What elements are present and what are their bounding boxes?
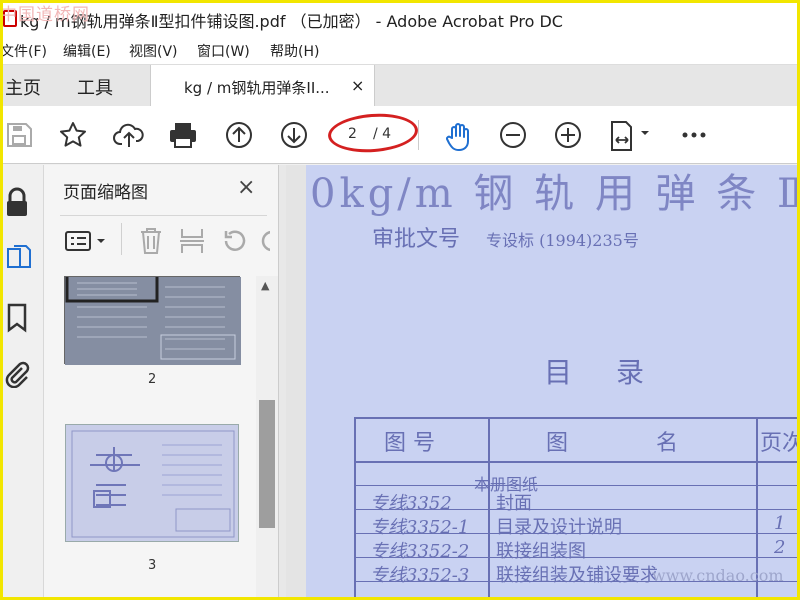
next-page-icon[interactable] <box>279 120 309 150</box>
table-row-page: 2 <box>774 537 786 558</box>
document-viewer[interactable]: 0kg/m 钢 轨 用 弹 条 Ⅱ 审批文号 专设标 (1994)235号 目录… <box>286 165 800 600</box>
save-icon[interactable] <box>4 120 34 150</box>
hand-icon[interactable] <box>444 120 474 151</box>
table-header-name: 图 <box>546 431 569 456</box>
tab-document-label: kg / m钢轨用弹条II... <box>184 79 330 97</box>
thumbnail-page-3[interactable] <box>65 424 239 542</box>
document-page: 0kg/m 钢 轨 用 弹 条 Ⅱ 审批文号 专设标 (1994)235号 目录… <box>306 165 800 600</box>
table-line <box>488 419 490 600</box>
thumbnail-options-icon[interactable] <box>64 229 108 257</box>
table-line <box>356 461 800 463</box>
table-row-code: 专线3352 <box>370 493 452 514</box>
doc-heading: 0kg/m 钢 轨 用 弹 条 Ⅱ <box>310 171 800 217</box>
upload-icon[interactable] <box>113 120 145 150</box>
table-row-name: 目录及设计说明 <box>496 517 622 538</box>
table-row-code: 专线3352-1 <box>370 517 470 538</box>
panel-divider <box>60 215 267 216</box>
table-row-code: 专线3352-3 <box>370 565 470 586</box>
scrollbar-thumb[interactable] <box>259 400 275 528</box>
page-number-input[interactable]: 2 <box>348 126 357 142</box>
watermark-top: 中国道桥网 <box>0 5 90 25</box>
thumbnail-page-2[interactable] <box>64 276 241 365</box>
print-icon[interactable] <box>167 120 199 150</box>
tab-home[interactable]: 主页 <box>5 74 41 100</box>
panel-toolbar <box>60 223 270 259</box>
table-header-name-2: 名 <box>656 431 679 456</box>
panel-splitter[interactable] <box>278 165 286 600</box>
extract-page-icon[interactable] <box>178 227 206 259</box>
menu-edit[interactable]: 编辑(E) <box>63 41 111 61</box>
left-rail <box>0 165 44 600</box>
more-icon[interactable] <box>679 120 709 150</box>
prev-page-icon[interactable] <box>224 120 254 150</box>
star-icon[interactable] <box>58 120 88 150</box>
menu-view[interactable]: 视图(V) <box>129 41 178 61</box>
thumbnail-label-2: 2 <box>148 372 157 387</box>
pages-icon[interactable] <box>4 243 34 277</box>
table-header-page: 页次 <box>760 431 800 456</box>
table-row-code: 专线3352-2 <box>370 541 470 562</box>
toolbar-separator <box>418 120 419 150</box>
tab-document[interactable]: kg / m钢轨用弹条II... × <box>150 65 375 107</box>
doc-approval-label: 审批文号 <box>372 227 461 252</box>
table-header-code: 图 号 <box>384 431 435 456</box>
title-bar: kg / m钢轨用弹条Ⅱ型扣件铺设图.pdf （已加密） - Adobe Acr… <box>0 0 800 38</box>
watermark-bottom: www.cndao.com <box>652 566 784 585</box>
menu-window[interactable]: 窗口(W) <box>197 41 250 61</box>
thumbnail-list: 2 3 <box>44 276 256 600</box>
tab-close-icon[interactable]: × <box>351 76 364 95</box>
fit-page-icon[interactable] <box>607 120 653 151</box>
zoom-out-icon[interactable] <box>498 120 528 150</box>
attachment-icon[interactable] <box>4 358 30 392</box>
rotate-right-icon[interactable] <box>258 227 270 259</box>
panel-tool-separator <box>121 223 122 255</box>
table-row-name: 联接组装图 <box>496 541 586 562</box>
toolbar: 2 / 4 <box>0 106 800 164</box>
scroll-up-icon[interactable]: ▲ <box>261 279 269 292</box>
panel-close-icon[interactable]: × <box>237 175 255 200</box>
menu-bar: 文件(F) 编辑(E) 视图(V) 窗口(W) 帮助(H) <box>0 38 800 64</box>
page-total: / 4 <box>373 126 392 142</box>
thumbnail-label-3: 3 <box>148 558 157 573</box>
table-row-name: 封面 <box>496 493 532 514</box>
thumbnail-scrollbar[interactable]: ▲ <box>256 276 278 600</box>
doc-approval-code: 专设标 (1994)235号 <box>486 231 639 250</box>
menu-file[interactable]: 文件(F) <box>0 41 47 61</box>
tab-tools[interactable]: 工具 <box>77 74 113 100</box>
bookmark-icon[interactable] <box>4 303 30 337</box>
menu-help[interactable]: 帮助(H) <box>270 41 319 61</box>
tab-bar: 主页 工具 kg / m钢轨用弹条II... × <box>0 64 800 107</box>
lock-icon[interactable] <box>4 187 30 223</box>
delete-page-icon[interactable] <box>138 227 164 259</box>
window-title: kg / m钢轨用弹条Ⅱ型扣件铺设图.pdf （已加密） - Adobe Acr… <box>20 12 563 31</box>
zoom-in-icon[interactable] <box>553 120 583 150</box>
table-row-name: 联接组装及铺设要求 <box>496 565 658 586</box>
table-row-page: 1 <box>774 513 786 534</box>
table-line <box>356 485 800 486</box>
rotate-left-icon[interactable] <box>220 227 248 259</box>
panel-title: 页面缩略图 <box>63 183 148 203</box>
doc-toc-title: 目录 <box>544 356 689 389</box>
